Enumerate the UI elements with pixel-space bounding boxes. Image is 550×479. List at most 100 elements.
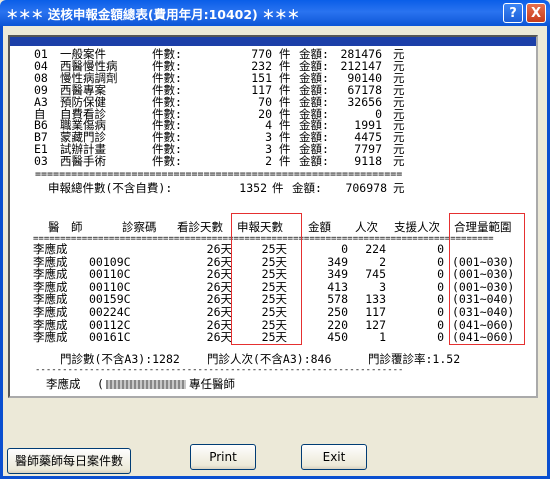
row-amount: 413 — [327, 279, 348, 294]
row-support: 0 — [437, 242, 444, 256]
summary-unit: 件 — [279, 70, 291, 85]
summary-count-label: 件數: — [152, 94, 182, 109]
row-support: 0 — [437, 267, 444, 282]
table-header: 醫 師 — [48, 220, 83, 234]
row-visits: 224 — [365, 242, 386, 256]
summary-currency: 元 — [393, 94, 405, 109]
summary-amount: 90140 — [347, 70, 382, 85]
summary-amount: 32656 — [347, 94, 382, 109]
summary-code: 03 — [34, 154, 48, 169]
exit-button[interactable]: Exit — [301, 444, 367, 470]
summary-currency: 元 — [393, 70, 405, 85]
row-doctor: 李應成 — [33, 305, 68, 319]
row-support: 0 — [437, 292, 444, 307]
row-doctor: 李應成 — [33, 317, 68, 332]
row-days: 26天 — [206, 330, 232, 345]
row-visits: 117 — [365, 305, 386, 319]
summary-code: 08 — [34, 70, 48, 85]
row-amount: 578 — [327, 292, 348, 307]
row-code: 00161C — [89, 330, 131, 345]
summary-name: 慢性病調劑 — [60, 70, 118, 85]
row-days: 26天 — [206, 292, 232, 307]
range-highlight — [449, 213, 525, 345]
row-code: 00159C — [89, 292, 131, 307]
row-visits: 745 — [365, 267, 386, 282]
row-amount: 0 — [341, 242, 348, 256]
row-days: 26天 — [206, 305, 232, 319]
row-support: 0 — [437, 254, 444, 269]
table-header: 診察碼 — [122, 220, 157, 234]
table-header: 支援人次 — [394, 220, 440, 234]
row-doctor: 李應成 — [33, 279, 68, 294]
redacted-id — [106, 380, 186, 389]
row-support: 0 — [437, 279, 444, 294]
summary-currency: 元 — [393, 82, 405, 97]
summary-amount-label: 金額: — [299, 154, 329, 169]
summary-count-label: 件數: — [152, 154, 182, 169]
row-visits: 3 — [379, 279, 386, 294]
close-button[interactable]: X — [526, 3, 546, 23]
row-code: 00109C — [89, 254, 131, 269]
footer-separator: ----------------------------------------… — [35, 365, 404, 375]
total-count: 1352 — [239, 181, 267, 195]
row-visits: 1 — [379, 330, 386, 345]
summary-name: 西醫手術 — [60, 154, 106, 169]
summary-count: 2 — [265, 154, 272, 169]
title-bar: ＊＊＊ 送核申報金額總表(費用年月:10402) ＊＊＊ ? X — [0, 0, 550, 26]
row-visits: 133 — [365, 292, 386, 307]
table-header: 金額 — [308, 220, 331, 234]
footer-paren: ( — [97, 377, 104, 391]
total-amount: 706978 — [345, 181, 387, 195]
summary-unit: 件 — [279, 154, 291, 169]
summary-amount: 9118 — [354, 154, 382, 169]
declared-days-highlight — [231, 213, 302, 345]
summary-currency: 元 — [393, 154, 405, 169]
row-doctor: 李應成 — [33, 254, 68, 269]
help-button[interactable]: ? — [503, 3, 523, 23]
report-panel: 01 一般案件 件數: 770 件金額: 281476 元 04 西醫慢性病 件數: 232 件金額:… — [8, 35, 538, 398]
row-code: 00110C — [89, 267, 131, 282]
row-amount: 349 — [327, 254, 348, 269]
row-support: 0 — [437, 305, 444, 319]
row-amount: 349 — [327, 267, 348, 282]
row-days: 26天 — [206, 279, 232, 294]
table-header: 看診天數 — [177, 220, 223, 234]
row-amount: 450 — [327, 330, 348, 345]
total-currency: 元 — [393, 181, 405, 195]
footer-role: 專任醫師 — [189, 377, 235, 391]
summary-count: 70 — [258, 94, 272, 109]
row-visits: 127 — [365, 317, 386, 332]
row-days: 26天 — [206, 254, 232, 269]
summary-amount: 67178 — [347, 82, 382, 97]
row-amount: 220 — [327, 317, 348, 332]
summary-code: A3 — [34, 94, 48, 109]
row-doctor: 李應成 — [33, 242, 68, 256]
daily-cases-button[interactable]: 醫師藥師每日案件數 — [7, 448, 131, 474]
summary-count-label: 件數: — [152, 82, 182, 97]
row-support: 0 — [437, 330, 444, 345]
row-doctor: 李應成 — [33, 330, 68, 345]
total-amount-label: 金額: — [292, 181, 322, 195]
summary-unit: 件 — [279, 94, 291, 109]
print-button[interactable]: Print — [190, 444, 256, 470]
report-top-bar — [10, 37, 536, 46]
row-doctor: 李應成 — [33, 292, 68, 307]
summary-amount-label: 金額: — [299, 94, 329, 109]
row-code: 00112C — [89, 317, 131, 332]
table-header: 人次 — [355, 220, 378, 234]
window-title: ＊＊＊ 送核申報金額總表(費用年月:10402) ＊＊＊ — [6, 7, 300, 22]
row-amount: 250 — [327, 305, 348, 319]
summary-code: 09 — [34, 82, 48, 97]
row-support: 0 — [437, 317, 444, 332]
total-unit: 件 — [272, 181, 284, 195]
row-days: 26天 — [206, 317, 232, 332]
summary-amount-label: 金額: — [299, 82, 329, 97]
summary-unit: 件 — [279, 82, 291, 97]
summary-count-label: 件數: — [152, 70, 182, 85]
row-days: 26天 — [206, 242, 232, 256]
footer-doctor-name: 李應成 — [46, 377, 81, 391]
summary-count: 151 — [251, 70, 272, 85]
separator-line: ========================================… — [35, 169, 403, 180]
row-visits: 2 — [379, 254, 386, 269]
summary-name: 預防保健 — [60, 94, 106, 109]
